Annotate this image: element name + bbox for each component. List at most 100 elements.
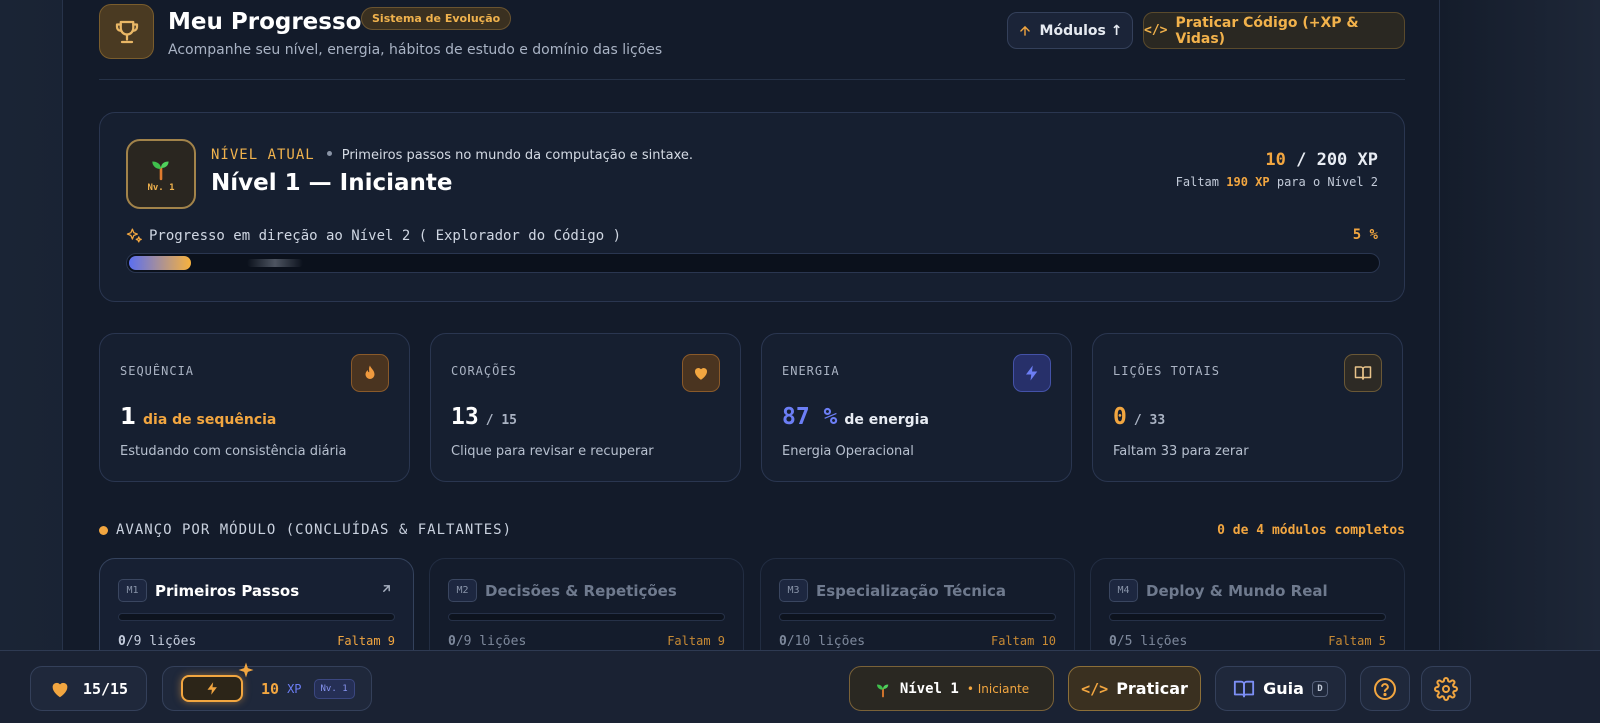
practice-code-button[interactable]: </> Praticar Código (+XP & Vidas)	[1143, 12, 1405, 49]
module-card-m3[interactable]: M3 Especialização Técnica 0/10 lições Fa…	[760, 558, 1075, 650]
xp-remaining: Faltam 190 XP para o Nível 2	[1176, 175, 1378, 189]
module-name: Primeiros Passos	[155, 582, 300, 600]
module-done: 0	[448, 634, 456, 649]
module-name: Decisões & Repetições	[485, 582, 677, 600]
battery-icon	[181, 662, 254, 702]
hearts-number: 13	[451, 404, 479, 430]
page-title: Meu Progresso	[168, 9, 362, 35]
guide-shortcut-key: D	[1311, 680, 1328, 697]
hearts-count: 15/15	[82, 679, 129, 698]
hearts-unit: / 15	[485, 413, 518, 428]
module-done: 0	[118, 634, 126, 649]
practice-button[interactable]: </> Praticar	[1068, 666, 1201, 711]
progress-label: Progresso em direção ao Nível 2 ( Explor…	[126, 227, 621, 244]
sparkle-icon	[238, 662, 254, 678]
level-pill[interactable]: Nível 1 • Iniciante	[849, 666, 1054, 711]
level-badge: Nv. 1	[126, 139, 196, 209]
module-progress-bar	[1109, 613, 1386, 621]
sprout-icon	[152, 161, 169, 181]
lessons-card[interactable]: LIÇÕES TOTAIS 0 / 33 Faltam 33 para zerar	[1092, 333, 1403, 482]
system-badge: Sistema de Evolução	[361, 7, 512, 30]
help-button[interactable]	[1360, 666, 1410, 711]
streak-number: 1	[120, 404, 137, 430]
module-remaining: Faltam 9	[337, 634, 395, 648]
module-done: 0	[1109, 634, 1117, 649]
module-tag: M2	[448, 579, 477, 602]
arrow-up-right-icon	[383, 585, 390, 592]
module-done: 0	[779, 634, 787, 649]
level-eyebrow-label: NÍVEL ATUAL	[211, 147, 315, 163]
streak-value: 1 dia de sequência	[120, 404, 276, 430]
level-description: Primeiros passos no mundo da computação …	[341, 148, 694, 163]
lessons-value: 0 / 33	[1113, 404, 1165, 430]
energy-value: 87 % de energia	[782, 404, 929, 430]
sparkles-icon	[126, 228, 142, 243]
streak-description: Estudando com consistência diária	[120, 444, 347, 459]
level-progress-fill	[129, 256, 191, 270]
page-subtitle: Acompanhe seu nível, energia, hábitos de…	[168, 42, 663, 58]
modules-section-title-text: AVANÇO POR MÓDULO (CONCLUÍDAS & FALTANTE…	[116, 522, 513, 538]
lessons-description: Faltam 33 para zerar	[1113, 444, 1249, 459]
level-name: Nível 1 — Iniciante	[211, 170, 453, 196]
current-level-card: Nv. 1 NÍVEL ATUAL Primeiros passos no mun…	[99, 112, 1405, 302]
level-mini-badge: Nv. 1	[313, 678, 355, 699]
energy-xp-pill[interactable]: 10 XP Nv. 1	[162, 662, 372, 711]
level-pill-sub: • Iniciante	[966, 681, 1030, 696]
level-eyebrow: NÍVEL ATUAL Primeiros passos no mundo da …	[211, 147, 693, 163]
module-lesson-count: 0/9 lições	[448, 634, 526, 649]
hearts-pill[interactable]: 15/15	[30, 666, 147, 711]
modules-button[interactable]: Módulos ↑	[1007, 12, 1133, 49]
level-progress-bar	[126, 253, 1380, 273]
module-tag: M1	[118, 579, 147, 602]
book-icon	[1344, 354, 1382, 392]
module-name: Especialização Técnica	[816, 582, 1007, 600]
module-name: Deploy & Mundo Real	[1146, 582, 1328, 600]
module-remaining: Faltam 5	[1328, 634, 1386, 648]
settings-button[interactable]	[1421, 666, 1471, 711]
module-total: /9 lições	[125, 634, 197, 649]
module-card-m2[interactable]: M2 Decisões & Repetições 0/9 lições Falt…	[429, 558, 744, 650]
module-card-m1[interactable]: M1 Primeiros Passos 0/9 lições Faltam 9	[99, 558, 414, 650]
heart-icon	[682, 354, 720, 392]
book-icon	[1234, 680, 1255, 697]
streak-card[interactable]: SEQUÊNCIA 1 dia de sequência Estudando co…	[99, 333, 410, 482]
streak-label: SEQUÊNCIA	[120, 364, 195, 378]
modules-button-label: Módulos ↑	[1039, 22, 1123, 39]
level-pill-label: Nível 1	[899, 680, 959, 697]
module-tag: M3	[779, 579, 808, 602]
guide-button-label: Guia	[1263, 679, 1304, 698]
guide-button[interactable]: Guia D	[1215, 666, 1346, 711]
lightning-icon	[207, 682, 217, 695]
xp-current: 10	[1265, 150, 1286, 170]
level-badge-label: Nv. 1	[147, 183, 175, 193]
energy-description: Energia Operacional	[782, 444, 914, 459]
module-total: /10 lições	[786, 634, 866, 649]
module-total: /5 lições	[1116, 634, 1188, 649]
heart-icon	[52, 682, 68, 697]
xp-remaining-prefix: Faltam	[1175, 175, 1220, 189]
progress-label-text: Progresso em direção ao Nível 2 ( Explor…	[149, 227, 622, 244]
lessons-label: LIÇÕES TOTAIS	[1113, 364, 1220, 378]
module-card-m4[interactable]: M4 Deploy & Mundo Real 0/5 lições Faltam…	[1090, 558, 1405, 650]
hearts-card[interactable]: CORAÇÕES 13 / 15 Clique para revisar e re…	[430, 333, 741, 482]
practice-button-label: Praticar	[1116, 679, 1188, 698]
module-remaining: Faltam 10	[990, 634, 1056, 648]
flame-icon	[351, 354, 389, 392]
xp-counter: 10 / 200 XP	[1176, 150, 1378, 170]
energy-card[interactable]: ENERGIA 87 % de energia Energia Operacion…	[761, 333, 1072, 482]
gear-icon	[1434, 676, 1458, 701]
page-header: Meu Progresso Sistema de Evolução Acompa…	[99, 4, 1405, 80]
code-icon: </>	[1081, 679, 1109, 698]
module-lesson-count: 0/5 lições	[1109, 634, 1187, 649]
energy-label: ENERGIA	[782, 364, 840, 378]
xp-total: 200 XP	[1316, 150, 1378, 170]
hearts-label: CORAÇÕES	[451, 364, 517, 378]
modules-section-title: AVANÇO POR MÓDULO (CONCLUÍDAS & FALTANTE…	[99, 522, 512, 538]
module-lesson-count: 0/10 lições	[779, 634, 865, 649]
progress-percent: 5 %	[1352, 227, 1378, 243]
practice-code-label: Praticar Código (+XP & Vidas)	[1175, 14, 1359, 47]
help-icon	[1374, 677, 1396, 700]
xp-summary: 10 / 200 XP Faltam 190 XP para o Nível 2	[1176, 150, 1378, 189]
xp-remaining-value: 190 XP	[1226, 175, 1270, 189]
streak-unit: dia de sequência	[143, 412, 277, 428]
